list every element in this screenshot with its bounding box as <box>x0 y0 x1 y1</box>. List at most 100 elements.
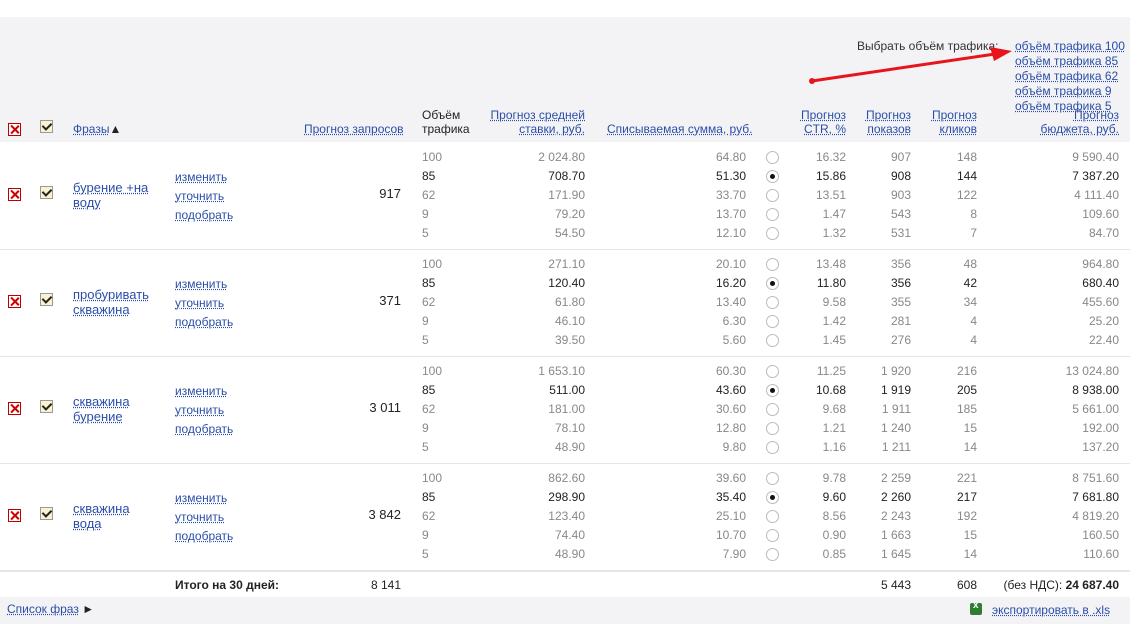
charged-value: 7.90 <box>722 547 746 561</box>
col-avg-bid[interactable]: Прогноз средней ставки, руб. <box>470 108 585 136</box>
col-phrases-label[interactable]: Фразы <box>73 122 109 136</box>
triangle-right-icon: ► <box>82 602 95 616</box>
traffic-radio[interactable] <box>766 441 779 454</box>
traffic-row: 9 79.20 13.70 1.47 543 8 109.60 <box>0 205 1130 224</box>
ctr-value: 0.90 <box>822 528 846 542</box>
clicks-value: 148 <box>956 150 977 164</box>
col-impressions-line2[interactable]: показов <box>850 122 911 136</box>
col-ctr-line1[interactable]: Прогноз <box>780 108 846 122</box>
avg-bid-value: 181.00 <box>548 402 585 416</box>
traffic-level: 9 <box>422 528 429 542</box>
impressions-value: 903 <box>890 188 911 202</box>
traffic-radio[interactable] <box>766 258 779 271</box>
table-footer: Список фраз ► экспортировать в .xls <box>0 597 1130 624</box>
traffic-row: 9 78.10 12.80 1.21 1 240 15 192.00 <box>0 419 1130 438</box>
traffic-radio[interactable] <box>766 170 779 183</box>
impressions-value: 531 <box>890 226 911 240</box>
traffic-radio[interactable] <box>766 529 779 542</box>
traffic-radio[interactable] <box>766 491 779 504</box>
avg-bid-value: 48.90 <box>554 440 585 454</box>
traffic-radio[interactable] <box>766 365 779 378</box>
col-avg-bid-line2[interactable]: ставки, руб. <box>470 122 585 136</box>
traffic-radio[interactable] <box>766 277 779 290</box>
col-clicks[interactable]: Прогноз кликов <box>920 108 977 136</box>
clicks-value: 122 <box>956 188 977 202</box>
phrase-list-toggle[interactable]: Список фраз ► <box>7 602 94 616</box>
charged-value: 13.70 <box>715 207 746 221</box>
avg-bid-value: 74.40 <box>554 528 585 542</box>
col-impressions-line1[interactable]: Прогноз <box>850 108 911 122</box>
charged-value: 51.30 <box>715 169 746 183</box>
col-budget-line1[interactable]: Прогноз <box>1000 108 1119 122</box>
traffic-row: 62 171.90 33.70 13.51 903 122 4 111.40 <box>0 186 1130 205</box>
clicks-value: 34 <box>963 295 977 309</box>
budget-value: 8 751.60 <box>1072 471 1119 485</box>
traffic-row: 5 48.90 9.80 1.16 1 211 14 137.20 <box>0 438 1130 457</box>
budget-value: 109.60 <box>1082 207 1119 221</box>
impressions-value: 2 243 <box>880 509 911 523</box>
traffic-radio[interactable] <box>766 403 779 416</box>
traffic-level: 62 <box>422 188 436 202</box>
avg-bid-value: 79.20 <box>554 207 585 221</box>
col-ctr[interactable]: Прогноз CTR, % <box>780 108 846 136</box>
traffic-row: 85 298.90 35.40 9.60 2 260 217 7 681.80 <box>0 488 1130 507</box>
traffic-radio[interactable] <box>766 227 779 240</box>
phrase-group: пробуривать скважина изменить уточнить подо… <box>0 249 1130 357</box>
col-forecast-requests[interactable]: Прогноз запросов <box>304 122 404 136</box>
col-ctr-line2[interactable]: CTR, % <box>780 122 846 136</box>
traffic-level: 62 <box>422 402 436 416</box>
delete-all-icon[interactable] <box>8 123 21 136</box>
charged-value: 12.10 <box>715 226 746 240</box>
traffic-radio[interactable] <box>766 208 779 221</box>
col-clicks-line1[interactable]: Прогноз <box>920 108 977 122</box>
budget-value: 964.80 <box>1082 257 1119 271</box>
budget-value: 22.40 <box>1088 333 1119 347</box>
traffic-radio[interactable] <box>766 296 779 309</box>
budget-value: 4 111.40 <box>1074 188 1119 202</box>
traffic-radio[interactable] <box>766 510 779 523</box>
traffic-radio[interactable] <box>766 315 779 328</box>
col-impressions[interactable]: Прогноз показов <box>850 108 911 136</box>
charged-value: 43.60 <box>715 383 746 397</box>
traffic-radio[interactable] <box>766 189 779 202</box>
traffic-radio[interactable] <box>766 384 779 397</box>
col-budget[interactable]: Прогноз бюджета, руб. <box>1000 108 1120 136</box>
avg-bid-value: 61.80 <box>554 295 585 309</box>
avg-bid-value: 1 653.10 <box>538 364 585 378</box>
ctr-value: 0.85 <box>822 547 846 561</box>
charged-value: 30.60 <box>715 402 746 416</box>
col-clicks-line2[interactable]: кликов <box>920 122 977 136</box>
impressions-value: 1 211 <box>881 440 911 454</box>
traffic-radio[interactable] <box>766 151 779 164</box>
budget-value: 84.70 <box>1088 226 1119 240</box>
phrase-list-link[interactable]: Список фраз <box>7 602 79 616</box>
col-phrases[interactable]: Фразы▲ <box>73 122 121 136</box>
ctr-value: 1.32 <box>822 226 846 240</box>
col-budget-line2[interactable]: бюджета, руб. <box>1000 122 1120 136</box>
traffic-level: 100 <box>422 364 443 378</box>
budget-value: 137.20 <box>1082 440 1119 454</box>
clicks-value: 4 <box>970 333 977 347</box>
clicks-value: 216 <box>956 364 977 378</box>
charged-value: 20.10 <box>715 257 746 271</box>
budget-value: 9 590.40 <box>1072 150 1119 164</box>
clicks-value: 48 <box>963 257 977 271</box>
impressions-value: 356 <box>890 276 911 290</box>
traffic-radio[interactable] <box>766 548 779 561</box>
budget-value: 7 387.20 <box>1072 169 1119 183</box>
impressions-value: 355 <box>890 295 911 309</box>
col-charged[interactable]: Списываемая сумма, руб. <box>607 122 752 136</box>
traffic-radio[interactable] <box>766 472 779 485</box>
select-all-checkbox[interactable] <box>40 120 53 133</box>
avg-bid-value: 171.90 <box>548 188 585 202</box>
traffic-level: 85 <box>422 383 436 397</box>
col-avg-bid-line1[interactable]: Прогноз средней <box>470 108 585 122</box>
impressions-value: 356 <box>890 257 911 271</box>
traffic-row: 5 54.50 12.10 1.32 531 7 84.70 <box>0 224 1130 243</box>
charged-value: 60.30 <box>715 364 746 378</box>
export-xls-link[interactable]: экспортировать в .xls <box>992 603 1110 617</box>
traffic-radio[interactable] <box>766 422 779 435</box>
charged-value: 9.80 <box>722 440 746 454</box>
traffic-level: 85 <box>422 276 436 290</box>
traffic-radio[interactable] <box>766 334 779 347</box>
